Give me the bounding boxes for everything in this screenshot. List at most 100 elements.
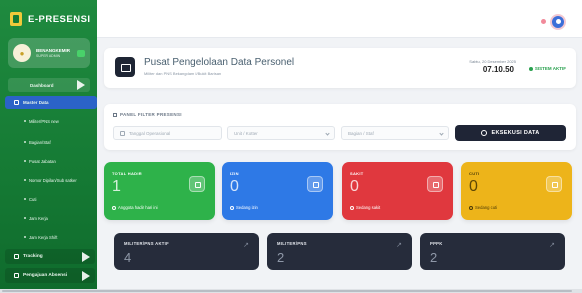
- sidebar-item-pusat-jabatan[interactable]: Pusat Jabatan: [0, 154, 97, 168]
- brand[interactable]: E-PRESENSI: [10, 12, 91, 26]
- bullet-icon: [24, 179, 26, 181]
- stat-value: 0: [230, 178, 239, 195]
- bullet-icon: [24, 160, 26, 162]
- user-icon: [469, 205, 473, 210]
- horizontal-scrollbar[interactable]: [0, 289, 582, 293]
- sidebar-item-label: Dashboard: [30, 82, 54, 88]
- stat-label: TOTAL HADIR: [112, 171, 142, 176]
- stat-card-cuti[interactable]: CUTI 0 Sedang cuti: [461, 162, 572, 220]
- logo-icon: [10, 12, 22, 26]
- page-subtitle: Militer dan PNS Bekangdam I/Bukit Barisa…: [144, 71, 222, 76]
- filter-title-text: PANEL FILTER PRESENSI: [120, 112, 182, 117]
- page-header: Pusat Pengelolaan Data Personel Militer …: [104, 48, 576, 88]
- system-status: SISTEM AKTIF: [528, 66, 566, 71]
- scrollbar-thumb[interactable]: [2, 290, 572, 292]
- current-date: Sabtu, 20 Desember 2025: [469, 59, 516, 64]
- suitcase-icon: [546, 176, 562, 192]
- execute-button[interactable]: EKSEKUSI DATA: [455, 125, 566, 141]
- stat-value: 1: [112, 178, 121, 195]
- brand-title: E-PRESENSI: [28, 13, 91, 25]
- sidebar-item-label: Bagian/Staf: [29, 139, 51, 145]
- arrow-up-right-icon: ↗: [396, 242, 402, 249]
- stat-footer: Sedang cuti: [469, 205, 497, 210]
- stat-footer-text: Sedang izin: [236, 205, 258, 210]
- unit-select[interactable]: Unit / Kotter: [227, 126, 335, 140]
- stat-card-sakit[interactable]: SAKIT 0 Sedang sakit: [342, 162, 453, 220]
- envelope-icon: [307, 176, 323, 192]
- app-root: E-PRESENSI ● BENANGKEMIR SUPER ADMIN Das…: [0, 0, 582, 293]
- filter-icon: [113, 112, 117, 117]
- sidebar-item-label: Tracking: [23, 254, 43, 259]
- total-label: MILITER/PNS: [277, 241, 307, 246]
- chevron-right-icon: [82, 270, 90, 281]
- bagian-select[interactable]: Bagian / Staf: [341, 126, 449, 140]
- sidebar-item-nomor-dipilan[interactable]: Nomor Dipilan/Sub satker: [0, 173, 97, 187]
- total-value: 2: [430, 250, 438, 265]
- sidebar-item-bagian-staf[interactable]: Bagian/Staf: [0, 135, 97, 149]
- topbar: [97, 0, 582, 38]
- date-placeholder: Tanggal Operasional: [129, 130, 171, 136]
- unit-placeholder: Unit / Kotter: [234, 130, 258, 136]
- sidebar-item-label: Master Data: [23, 100, 49, 105]
- sidebar-item-label: Nomor Dipilan/Sub satker: [29, 177, 77, 183]
- sidebar: E-PRESENSI ● BENANGKEMIR SUPER ADMIN Das…: [0, 0, 97, 293]
- notification-icon[interactable]: [541, 19, 546, 24]
- user-card[interactable]: ● BENANGKEMIR SUPER ADMIN: [8, 38, 90, 68]
- user-profile-icon[interactable]: [550, 14, 566, 30]
- stat-label: CUTI: [469, 171, 480, 176]
- personnel-icon: [115, 57, 135, 77]
- sidebar-item-jam-kerja[interactable]: Jam Kerja: [0, 211, 97, 225]
- status-text: SISTEM AKTIF: [534, 66, 566, 71]
- stat-footer-text: Anggota hadir hari ini: [118, 205, 158, 210]
- document-icon: [14, 273, 19, 278]
- database-icon: [14, 100, 19, 105]
- bullet-icon: [24, 236, 26, 238]
- current-time: 07.10.50: [482, 65, 514, 74]
- sidebar-item-tracking[interactable]: Tracking: [5, 249, 95, 264]
- sidebar-item-master-data[interactable]: Master Data: [5, 96, 97, 109]
- total-card-pppk[interactable]: PPPK 2 ↗: [420, 233, 565, 270]
- user-icon: [350, 205, 354, 210]
- filter-title: PANEL FILTER PRESENSI: [113, 112, 182, 117]
- bullet-icon: [24, 217, 26, 219]
- chevron-down-icon: [439, 131, 444, 136]
- sidebar-item-pengajuan-absensi[interactable]: Pengajuan Absensi: [5, 268, 95, 283]
- sidebar-item-label: Pengajuan Absensi: [23, 273, 68, 278]
- bullet-icon: [24, 198, 26, 200]
- sidebar-item-dashboard[interactable]: Dashboard: [8, 78, 90, 92]
- chevron-down-icon: [325, 131, 330, 136]
- stat-value: 0: [469, 178, 478, 195]
- location-icon: [14, 254, 19, 259]
- avatar: ●: [13, 44, 31, 62]
- stat-card-izin[interactable]: IZIN 0 Sedang izin: [222, 162, 333, 220]
- sidebar-item-label: Militer/PNS new: [29, 118, 59, 124]
- total-value: 2: [277, 250, 285, 265]
- stat-value: 0: [350, 178, 359, 195]
- stat-footer: Sedang sakit: [350, 205, 380, 210]
- date-field[interactable]: Tanggal Operasional: [113, 126, 222, 140]
- stat-card-hadir[interactable]: TOTAL HADIR 1 Anggota hadir hari ini: [104, 162, 215, 220]
- sidebar-item-label: Cuti: [29, 196, 37, 202]
- bullet-icon: [24, 141, 26, 143]
- check-user-icon: [189, 176, 205, 192]
- arrow-up-right-icon: ↗: [549, 242, 555, 249]
- chevron-right-icon: [77, 80, 85, 90]
- total-card-militer-pns[interactable]: MILITER/PNS 2 ↗: [267, 233, 412, 270]
- status-dot-icon: [528, 66, 533, 71]
- arrow-up-right-icon: ↗: [243, 242, 249, 249]
- sidebar-item-cuti[interactable]: Cuti: [0, 192, 97, 206]
- total-card-militer-pns-aktif[interactable]: MILITER/PNS AKTIF 4 ↗: [114, 233, 259, 270]
- user-icon: [230, 205, 234, 210]
- sidebar-item-militer-pns[interactable]: Militer/PNS new: [0, 114, 97, 128]
- execute-label: EKSEKUSI DATA: [491, 130, 540, 136]
- bagian-placeholder: Bagian / Staf: [348, 130, 374, 136]
- stat-label: SAKIT: [350, 171, 364, 176]
- sidebar-item-label: Jam Kerja: [29, 215, 48, 221]
- sidebar-item-jam-kerja-shift[interactable]: Jam Kerja Shift: [0, 230, 97, 244]
- medical-icon: [427, 176, 443, 192]
- chevron-right-icon: [82, 251, 90, 262]
- stat-footer-text: Sedang cuti: [475, 205, 498, 210]
- user-role: SUPER ADMIN: [36, 53, 61, 58]
- total-value: 4: [124, 250, 132, 265]
- calendar-icon: [120, 130, 125, 136]
